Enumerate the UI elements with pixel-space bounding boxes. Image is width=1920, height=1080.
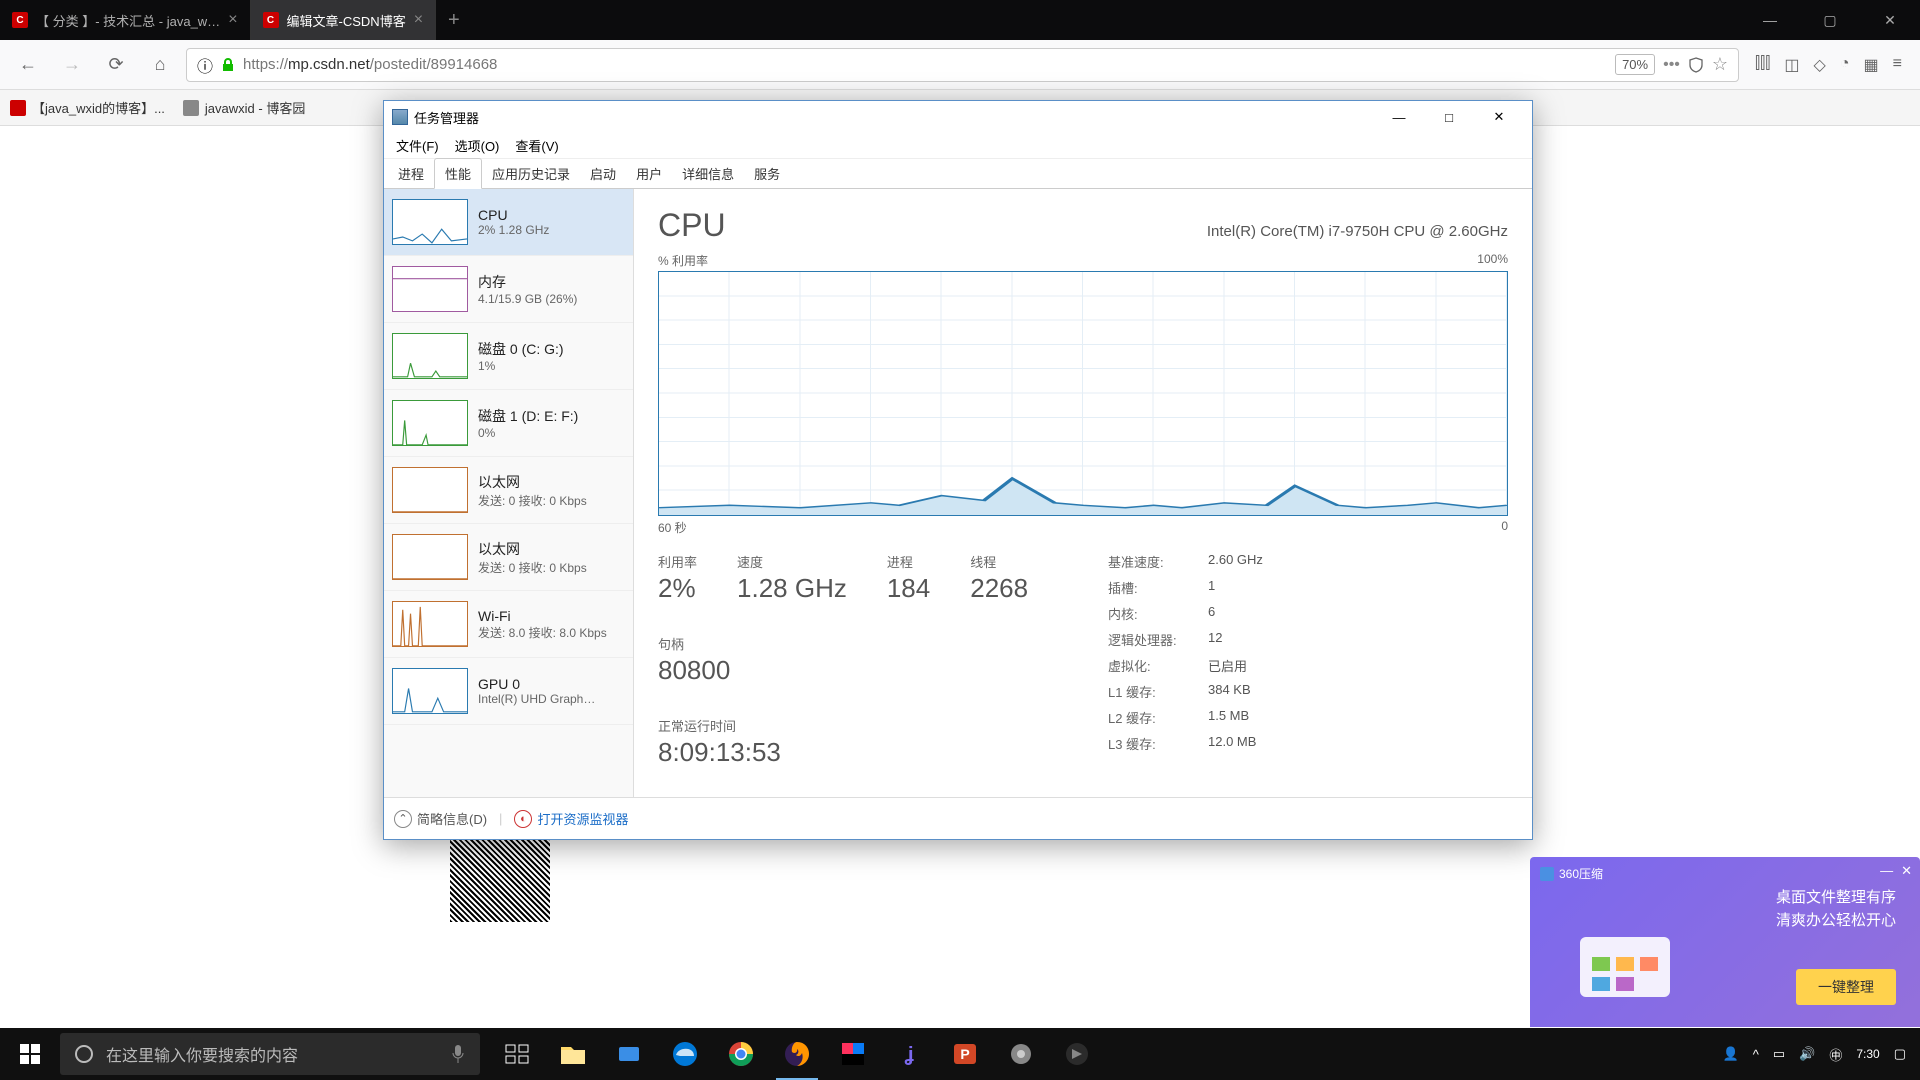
task-manager-window: 任务管理器 — □ ✕ 文件(F) 选项(O) 查看(V) 进程 性能 应用历史… xyxy=(383,100,1533,840)
tm-tab-history[interactable]: 应用历史记录 xyxy=(482,159,580,188)
tm-main-panel: CPU Intel(R) Core(TM) i7-9750H CPU @ 2.6… xyxy=(634,189,1532,797)
network-icon[interactable]: ▭ xyxy=(1773,1046,1785,1062)
svg-text:P: P xyxy=(960,1046,969,1062)
tm-title-text: 任务管理器 xyxy=(414,108,479,127)
taskbar-app-task-view[interactable] xyxy=(490,1028,544,1080)
tm-tab-details[interactable]: 详细信息 xyxy=(672,159,744,188)
tm-tab-users[interactable]: 用户 xyxy=(626,159,672,188)
tm-menu-options[interactable]: 选项(O) xyxy=(449,134,506,157)
tm-side-item-2[interactable]: 磁盘 0 (C: G:)1% xyxy=(384,323,633,390)
ime-icon[interactable]: ㊥ xyxy=(1829,1045,1842,1064)
tm-fewer-details-button[interactable]: ⌃简略信息(D) xyxy=(394,809,487,828)
tm-maximize-button[interactable]: □ xyxy=(1424,102,1474,132)
sidebar-icon[interactable]: ◫ xyxy=(1784,55,1799,75)
tm-tabs: 进程 性能 应用历史记录 启动 用户 详细信息 服务 xyxy=(384,159,1532,189)
window-close-button[interactable]: ✕ xyxy=(1860,0,1920,40)
taskbar-search[interactable]: 在这里输入你要搜索的内容 xyxy=(60,1033,480,1075)
taskbar-app-file-explorer[interactable] xyxy=(546,1028,600,1080)
tm-side-item-7[interactable]: GPU 0Intel(R) UHD Graph… xyxy=(384,658,633,725)
browser-tab-0[interactable]: C【 分类 】- 技术汇总 - java_w…× xyxy=(0,0,251,40)
tm-menu-view[interactable]: 查看(V) xyxy=(509,134,564,157)
tray-chevron-icon[interactable]: ^ xyxy=(1753,1047,1759,1062)
back-button[interactable]: ← xyxy=(10,47,46,83)
url-input[interactable]: ⓘ https://mp.csdn.net/postedit/89914668 … xyxy=(186,48,1739,82)
pocket-icon[interactable]: ◇ xyxy=(1814,55,1826,75)
taskbar-clock[interactable]: 7:30 xyxy=(1856,1047,1879,1061)
taskbar-app-firefox[interactable] xyxy=(770,1028,824,1080)
close-icon[interactable]: × xyxy=(228,11,237,29)
start-button[interactable] xyxy=(0,1028,60,1080)
new-tab-button[interactable]: + xyxy=(436,9,472,32)
cpu-heading: CPU xyxy=(658,207,726,244)
tm-close-button[interactable]: ✕ xyxy=(1474,102,1524,132)
tm-minimize-button[interactable]: — xyxy=(1374,102,1424,132)
taskbar-app-edge[interactable] xyxy=(658,1028,712,1080)
system-tray[interactable]: 👤 ^ ▭ 🔊 ㊥ 7:30 ▢ xyxy=(1709,1045,1920,1064)
volume-icon[interactable]: 🔊 xyxy=(1799,1046,1815,1062)
tm-tab-services[interactable]: 服务 xyxy=(744,159,790,188)
lock-icon xyxy=(221,58,235,72)
bookmark-star-icon[interactable]: ☆ xyxy=(1712,54,1728,75)
tm-side-item-6[interactable]: Wi-Fi发送: 8.0 接收: 8.0 Kbps xyxy=(384,591,633,658)
taskbar-app-intellij[interactable] xyxy=(826,1028,880,1080)
tm-side-item-1[interactable]: 内存4.1/15.9 GB (26%) xyxy=(384,256,633,323)
cpu-utilization-chart[interactable] xyxy=(658,271,1508,516)
taskbar-app-settings[interactable] xyxy=(994,1028,1048,1080)
popup-app-icon xyxy=(1540,867,1554,881)
shield-icon[interactable] xyxy=(1688,57,1704,73)
cpu-model: Intel(R) Core(TM) i7-9750H CPU @ 2.60GHz xyxy=(1207,223,1508,240)
ad-popup: 360压缩 —✕ 桌面文件整理有序清爽办公轻松开心 一键整理 xyxy=(1530,857,1920,1027)
tm-tab-processes[interactable]: 进程 xyxy=(388,159,434,188)
window-maximize-button[interactable]: ▢ xyxy=(1800,0,1860,40)
extension-icon[interactable]: ▦ xyxy=(1864,55,1879,75)
browser-tab-1[interactable]: C编辑文章-CSDN博客× xyxy=(251,0,437,40)
bookmark-0[interactable]: 【java_wxid的博客】... xyxy=(10,98,165,117)
notifications-icon[interactable]: ▢ xyxy=(1894,1046,1906,1062)
library-icon[interactable]: ⫿⫿⫿ xyxy=(1755,55,1770,75)
forward-button[interactable]: → xyxy=(54,47,90,83)
taskbar-app-app-dark[interactable] xyxy=(1050,1028,1104,1080)
bookmark-1[interactable]: javawxid - 博客园 xyxy=(183,98,305,117)
reload-button[interactable]: ⟳ xyxy=(98,47,134,83)
popup-close-button[interactable]: ✕ xyxy=(1901,863,1912,879)
svg-text:ʝ: ʝ xyxy=(904,1044,914,1066)
tm-app-icon xyxy=(392,109,408,125)
tm-menubar: 文件(F) 选项(O) 查看(V) xyxy=(384,133,1532,159)
browser-tabstrip: C【 分类 】- 技术汇总 - java_w…× C编辑文章-CSDN博客× +… xyxy=(0,0,1920,40)
mic-icon[interactable] xyxy=(450,1043,466,1065)
tm-side-item-4[interactable]: 以太网发送: 0 接收: 0 Kbps xyxy=(384,457,633,524)
popup-action-button[interactable]: 一键整理 xyxy=(1796,969,1896,1005)
taskbar-app-app-blue[interactable] xyxy=(602,1028,656,1080)
taskbar-app-powerpoint[interactable]: P xyxy=(938,1028,992,1080)
windows-taskbar: 在这里输入你要搜索的内容 ʝ P 👤 ^ ▭ 🔊 ㊥ 7:30 ▢ xyxy=(0,1028,1920,1080)
tm-titlebar[interactable]: 任务管理器 — □ ✕ xyxy=(384,101,1532,133)
home-button[interactable]: ⌂ xyxy=(142,47,178,83)
zoom-indicator[interactable]: 70% xyxy=(1615,54,1655,75)
cortana-icon xyxy=(74,1044,94,1064)
tm-resource-monitor-link[interactable]: ◐打开资源监视器 xyxy=(514,809,628,828)
account-icon[interactable]: ◔ xyxy=(1840,55,1850,75)
taskbar-app-app-j[interactable]: ʝ xyxy=(882,1028,936,1080)
tm-tab-startup[interactable]: 启动 xyxy=(580,159,626,188)
close-icon[interactable]: × xyxy=(414,11,423,29)
popup-illustration xyxy=(1570,927,1680,1007)
tm-side-item-3[interactable]: 磁盘 1 (D: E: F:)0% xyxy=(384,390,633,457)
tm-sidebar[interactable]: CPU2% 1.28 GHz内存4.1/15.9 GB (26%)磁盘 0 (C… xyxy=(384,189,634,797)
tm-menu-file[interactable]: 文件(F) xyxy=(390,134,445,157)
tm-tab-performance[interactable]: 性能 xyxy=(434,158,482,189)
tm-side-item-0[interactable]: CPU2% 1.28 GHz xyxy=(384,189,633,256)
taskbar-app-chrome[interactable] xyxy=(714,1028,768,1080)
people-icon[interactable]: 👤 xyxy=(1723,1046,1739,1062)
info-icon[interactable]: ⓘ xyxy=(197,53,213,77)
menu-icon[interactable]: ≡ xyxy=(1893,55,1902,75)
address-bar: ← → ⟳ ⌂ ⓘ https://mp.csdn.net/postedit/8… xyxy=(0,40,1920,90)
popup-minimize-button[interactable]: — xyxy=(1880,863,1893,879)
window-minimize-button[interactable]: — xyxy=(1740,0,1800,40)
tm-side-item-5[interactable]: 以太网发送: 0 接收: 0 Kbps xyxy=(384,524,633,591)
